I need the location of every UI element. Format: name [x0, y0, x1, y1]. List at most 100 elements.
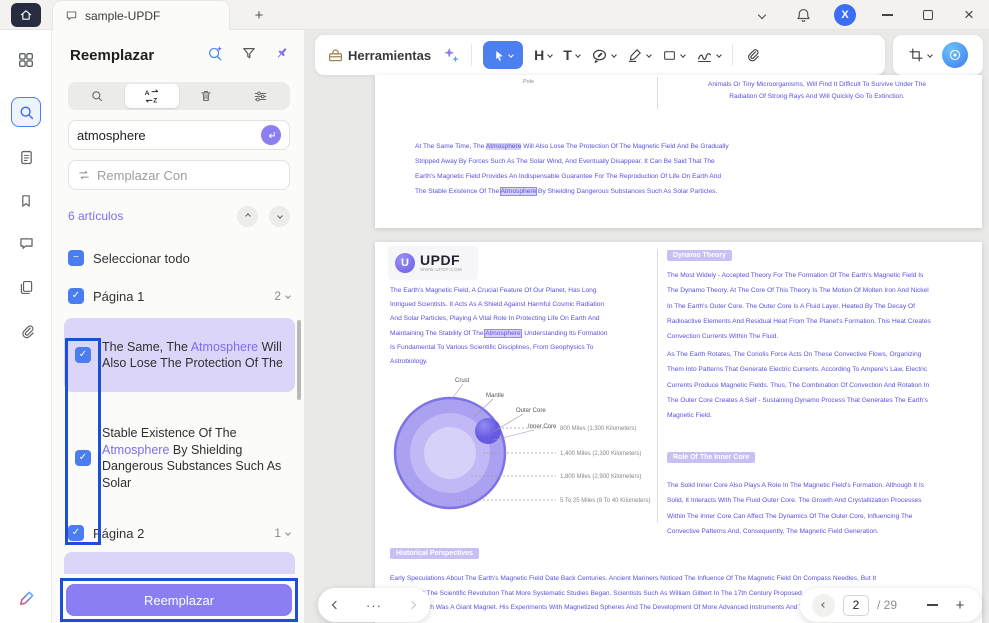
- new-tab-button[interactable]: +: [248, 4, 270, 26]
- sidebar-item-attachments[interactable]: [11, 316, 41, 346]
- ai-search-button[interactable]: [206, 44, 224, 62]
- back-view-button[interactable]: [812, 594, 835, 617]
- ai-assistant-button[interactable]: [442, 46, 460, 64]
- toolbar-divider: [471, 44, 472, 66]
- pdf-text-line: Radioactive Elements And Residual Heat F…: [667, 314, 931, 329]
- inner-core-paragraph: The Solid Inner Core Also Plays A Role I…: [667, 478, 924, 539]
- signature-tool-button[interactable]: [696, 47, 721, 64]
- updf-app-window: sample-UPDF + X ×: [0, 0, 989, 623]
- replace-button[interactable]: Reemplazar: [66, 584, 292, 616]
- sidebar-item-search[interactable]: [11, 97, 41, 127]
- select-all-label: Seleccionar todo: [93, 251, 190, 266]
- bell-icon: [795, 7, 812, 24]
- replace-input[interactable]: [97, 168, 281, 183]
- zoom-out-button[interactable]: [922, 595, 942, 615]
- zoom-in-button[interactable]: +: [950, 595, 970, 615]
- replace-with-field: [68, 160, 290, 190]
- close-button[interactable]: ×: [959, 5, 979, 25]
- minimize-button[interactable]: [877, 5, 897, 25]
- notifications-button[interactable]: [793, 5, 813, 25]
- page-1-checkbox[interactable]: ✓: [68, 288, 84, 304]
- measurement-label: 1,800 Miles (2,900 Kilometers): [560, 474, 641, 480]
- chevron-up-icon: [245, 213, 251, 219]
- grid-icon: [17, 51, 35, 69]
- maximize-button[interactable]: [918, 5, 938, 25]
- partial-result-item[interactable]: [64, 552, 295, 574]
- search-submit-button[interactable]: [261, 125, 281, 145]
- crop-icon: [908, 47, 924, 63]
- user-avatar[interactable]: X: [834, 4, 856, 26]
- bookmark-icon: [18, 193, 34, 209]
- text-tool-button[interactable]: T: [563, 47, 580, 63]
- pdf-text-line: And Solar Particles, Playing A Vital Rol…: [390, 312, 607, 326]
- section-heading: Dynamo Theory: [667, 250, 732, 261]
- enter-arrow-icon: [266, 130, 277, 141]
- pdf-text-line: The Earth's Magnetic Field, A Crucial Fe…: [390, 284, 607, 298]
- chevron-down-icon[interactable]: [285, 530, 291, 536]
- pdf-text-line: Magnetic Field.: [667, 408, 929, 423]
- chevron-down-icon: [277, 213, 283, 219]
- results-count-row: 6 artículos: [68, 205, 290, 227]
- highlighter-tool-button[interactable]: [627, 47, 651, 63]
- sidebar-item-bookmarks[interactable]: [11, 186, 41, 216]
- mode-settings-tab[interactable]: [234, 84, 289, 108]
- comment-edit-icon: [591, 47, 608, 64]
- search-input[interactable]: [77, 128, 255, 143]
- svg-text:Z: Z: [153, 97, 157, 104]
- result-2-checkbox[interactable]: ✓: [75, 450, 91, 466]
- next-page-button[interactable]: [408, 601, 416, 609]
- comment-tool-button[interactable]: [591, 47, 616, 64]
- sidebar-item-comments[interactable]: [11, 228, 41, 258]
- page-number-input[interactable]: [843, 595, 869, 616]
- chevron-down-icon: [716, 52, 722, 58]
- mode-delete-tab[interactable]: [179, 84, 234, 108]
- previous-page-button[interactable]: [332, 601, 340, 609]
- page-zoom-pill: / 29 +: [800, 588, 982, 622]
- search-result-item-1[interactable]: ✓ The Same, The Atmosphere Will Also Los…: [64, 318, 295, 392]
- chat-bubble-icon: [65, 9, 78, 22]
- measurement-label: 1,400 Miles (2,300 Kilometers): [560, 451, 641, 457]
- sidebar-item-thumbnails[interactable]: [11, 142, 41, 172]
- search-field: [68, 120, 290, 150]
- shape-tool-button[interactable]: [662, 48, 685, 63]
- select-all-row[interactable]: − Seleccionar todo: [68, 247, 290, 269]
- mode-replace-tab[interactable]: A Z: [125, 84, 180, 108]
- document-tab[interactable]: sample-UPDF: [52, 0, 230, 30]
- page1-right-column: Animals Or Tiny Microorganisms, Will Fin…: [667, 81, 967, 100]
- filter-icon: [241, 45, 257, 61]
- page-2-checkbox[interactable]: ✓: [68, 525, 84, 541]
- maximize-icon: [923, 10, 933, 20]
- page-group-row-2[interactable]: ✓ Página 2 1: [68, 522, 290, 544]
- logo-url: WWW.UPDF.COM: [420, 267, 462, 272]
- search-result-item-2[interactable]: ✓ Stable Existence Of The Atmosphere By …: [64, 408, 295, 508]
- measurement-label: 5 To 25 Miles (8 To 40 Kilometers): [560, 498, 651, 504]
- tools-menu-button[interactable]: Herramientas: [327, 47, 431, 64]
- more-options-button[interactable]: ···: [366, 598, 382, 613]
- tab-title: sample-UPDF: [85, 9, 160, 23]
- attach-file-button[interactable]: [744, 47, 760, 63]
- chevron-down-icon[interactable]: [285, 293, 291, 299]
- result-1-checkbox[interactable]: ✓: [75, 347, 91, 363]
- pdf-text-line: The Most Widely - Accepted Theory For Th…: [667, 268, 931, 283]
- next-result-button[interactable]: [269, 206, 290, 227]
- crop-tool-button[interactable]: [908, 47, 932, 63]
- filter-button[interactable]: [241, 45, 257, 61]
- previous-result-button[interactable]: [237, 206, 258, 227]
- sidebar-item-pages[interactable]: [11, 272, 41, 302]
- measurement-label: 800 Miles (1,300 Kilometers): [560, 426, 636, 432]
- translate-tool-button[interactable]: [942, 42, 968, 68]
- panel-scrollbar[interactable]: [297, 320, 301, 400]
- pin-panel-button[interactable]: [274, 45, 290, 61]
- updf-logo: U UPDFWWW.UPDF.COM: [388, 246, 478, 280]
- sidebar-item-grid-menu[interactable]: [11, 45, 41, 75]
- select-tool-button[interactable]: [483, 41, 523, 69]
- select-all-checkbox[interactable]: −: [68, 250, 84, 266]
- sidebar-item-signature[interactable]: [11, 583, 41, 613]
- mode-search-tab[interactable]: [70, 84, 125, 108]
- sliders-icon: [253, 89, 268, 104]
- pdf-text-line: Earth's Magnetic Field Provides An Indis…: [415, 169, 729, 184]
- page-group-row-1[interactable]: ✓ Página 1 2: [68, 285, 290, 307]
- home-button[interactable]: [11, 3, 41, 27]
- collapse-toolbar-button[interactable]: [752, 5, 772, 25]
- header-tool-button[interactable]: H: [534, 47, 552, 63]
